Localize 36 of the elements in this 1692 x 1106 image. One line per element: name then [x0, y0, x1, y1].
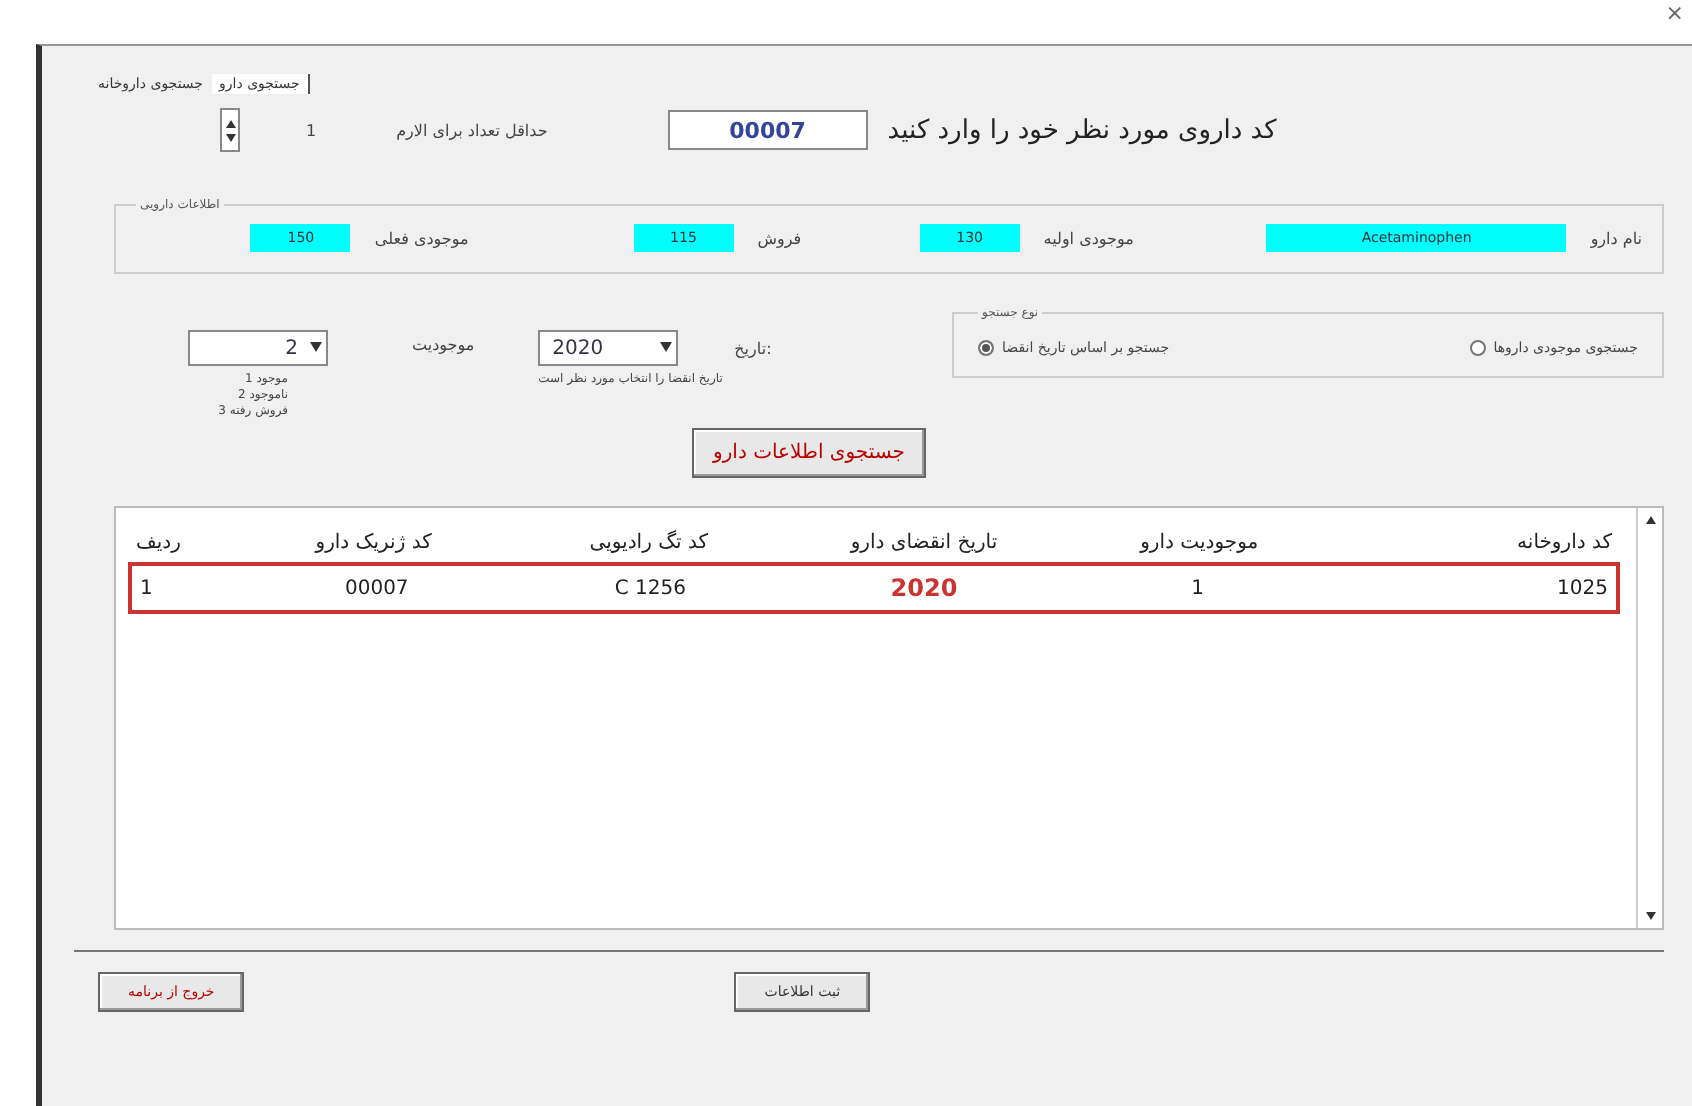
table-cell-text: 1 — [1189, 577, 1206, 599]
scroll-up-icon[interactable] — [1645, 516, 1655, 524]
availability-label: موجودیت — [412, 336, 475, 354]
alarm-label: حداقل تعداد برای الارم — [396, 121, 548, 139]
column-header: موجودیت دارو — [1137, 532, 1261, 554]
table-cell-text: 1 — [140, 577, 155, 599]
dropdown-arrow-icon[interactable] — [310, 342, 322, 352]
date-dropdown[interactable]: 2020 — [538, 330, 679, 366]
table-cell-text: 1025 — [1555, 577, 1608, 599]
scroll-down-icon[interactable] — [1645, 912, 1655, 920]
field-label: موجودی فعلی — [374, 229, 469, 247]
spinner-control[interactable] — [220, 108, 240, 152]
column-header: کد تگ رادیویی — [587, 532, 710, 554]
field-label: نام دارو — [1590, 229, 1642, 247]
date-label: تاریخ: — [734, 339, 772, 357]
column-header: کد ژنریک دارو — [312, 532, 434, 554]
field-label: فروش — [757, 229, 802, 247]
column-header: کد داروخانه — [1515, 532, 1612, 554]
drug-code-prompt: کد داروی مورد نظر خود را وارد کنید — [887, 115, 1277, 145]
column-header: تاریخ انقضای دارو — [848, 532, 1000, 554]
spin-down-icon[interactable] — [225, 133, 235, 141]
drug-code-field[interactable]: 00007 — [667, 110, 868, 150]
table-cell-text: C 1256 — [612, 577, 688, 599]
table-row[interactable]: 1 00007 C 1256 2020 1 1025 — [128, 562, 1620, 614]
table-cell-text: 2020 — [888, 574, 960, 602]
dropdown-arrow-icon[interactable] — [660, 342, 673, 352]
column-header: ردیف — [136, 532, 183, 554]
availability-dropdown[interactable]: 2 — [188, 330, 328, 366]
radio-button[interactable] — [978, 340, 994, 356]
table-cell-text: 00007 — [342, 577, 411, 599]
radio-button[interactable] — [1469, 340, 1486, 356]
field-label: موجودی اولیه — [1043, 229, 1134, 247]
search-drug-button[interactable]: جستجوی اطلاعات دارو — [691, 428, 927, 478]
alarm-value: 1 — [306, 121, 317, 139]
spin-up-icon[interactable] — [225, 119, 235, 127]
close-button[interactable]: × — [1657, 0, 1692, 26]
